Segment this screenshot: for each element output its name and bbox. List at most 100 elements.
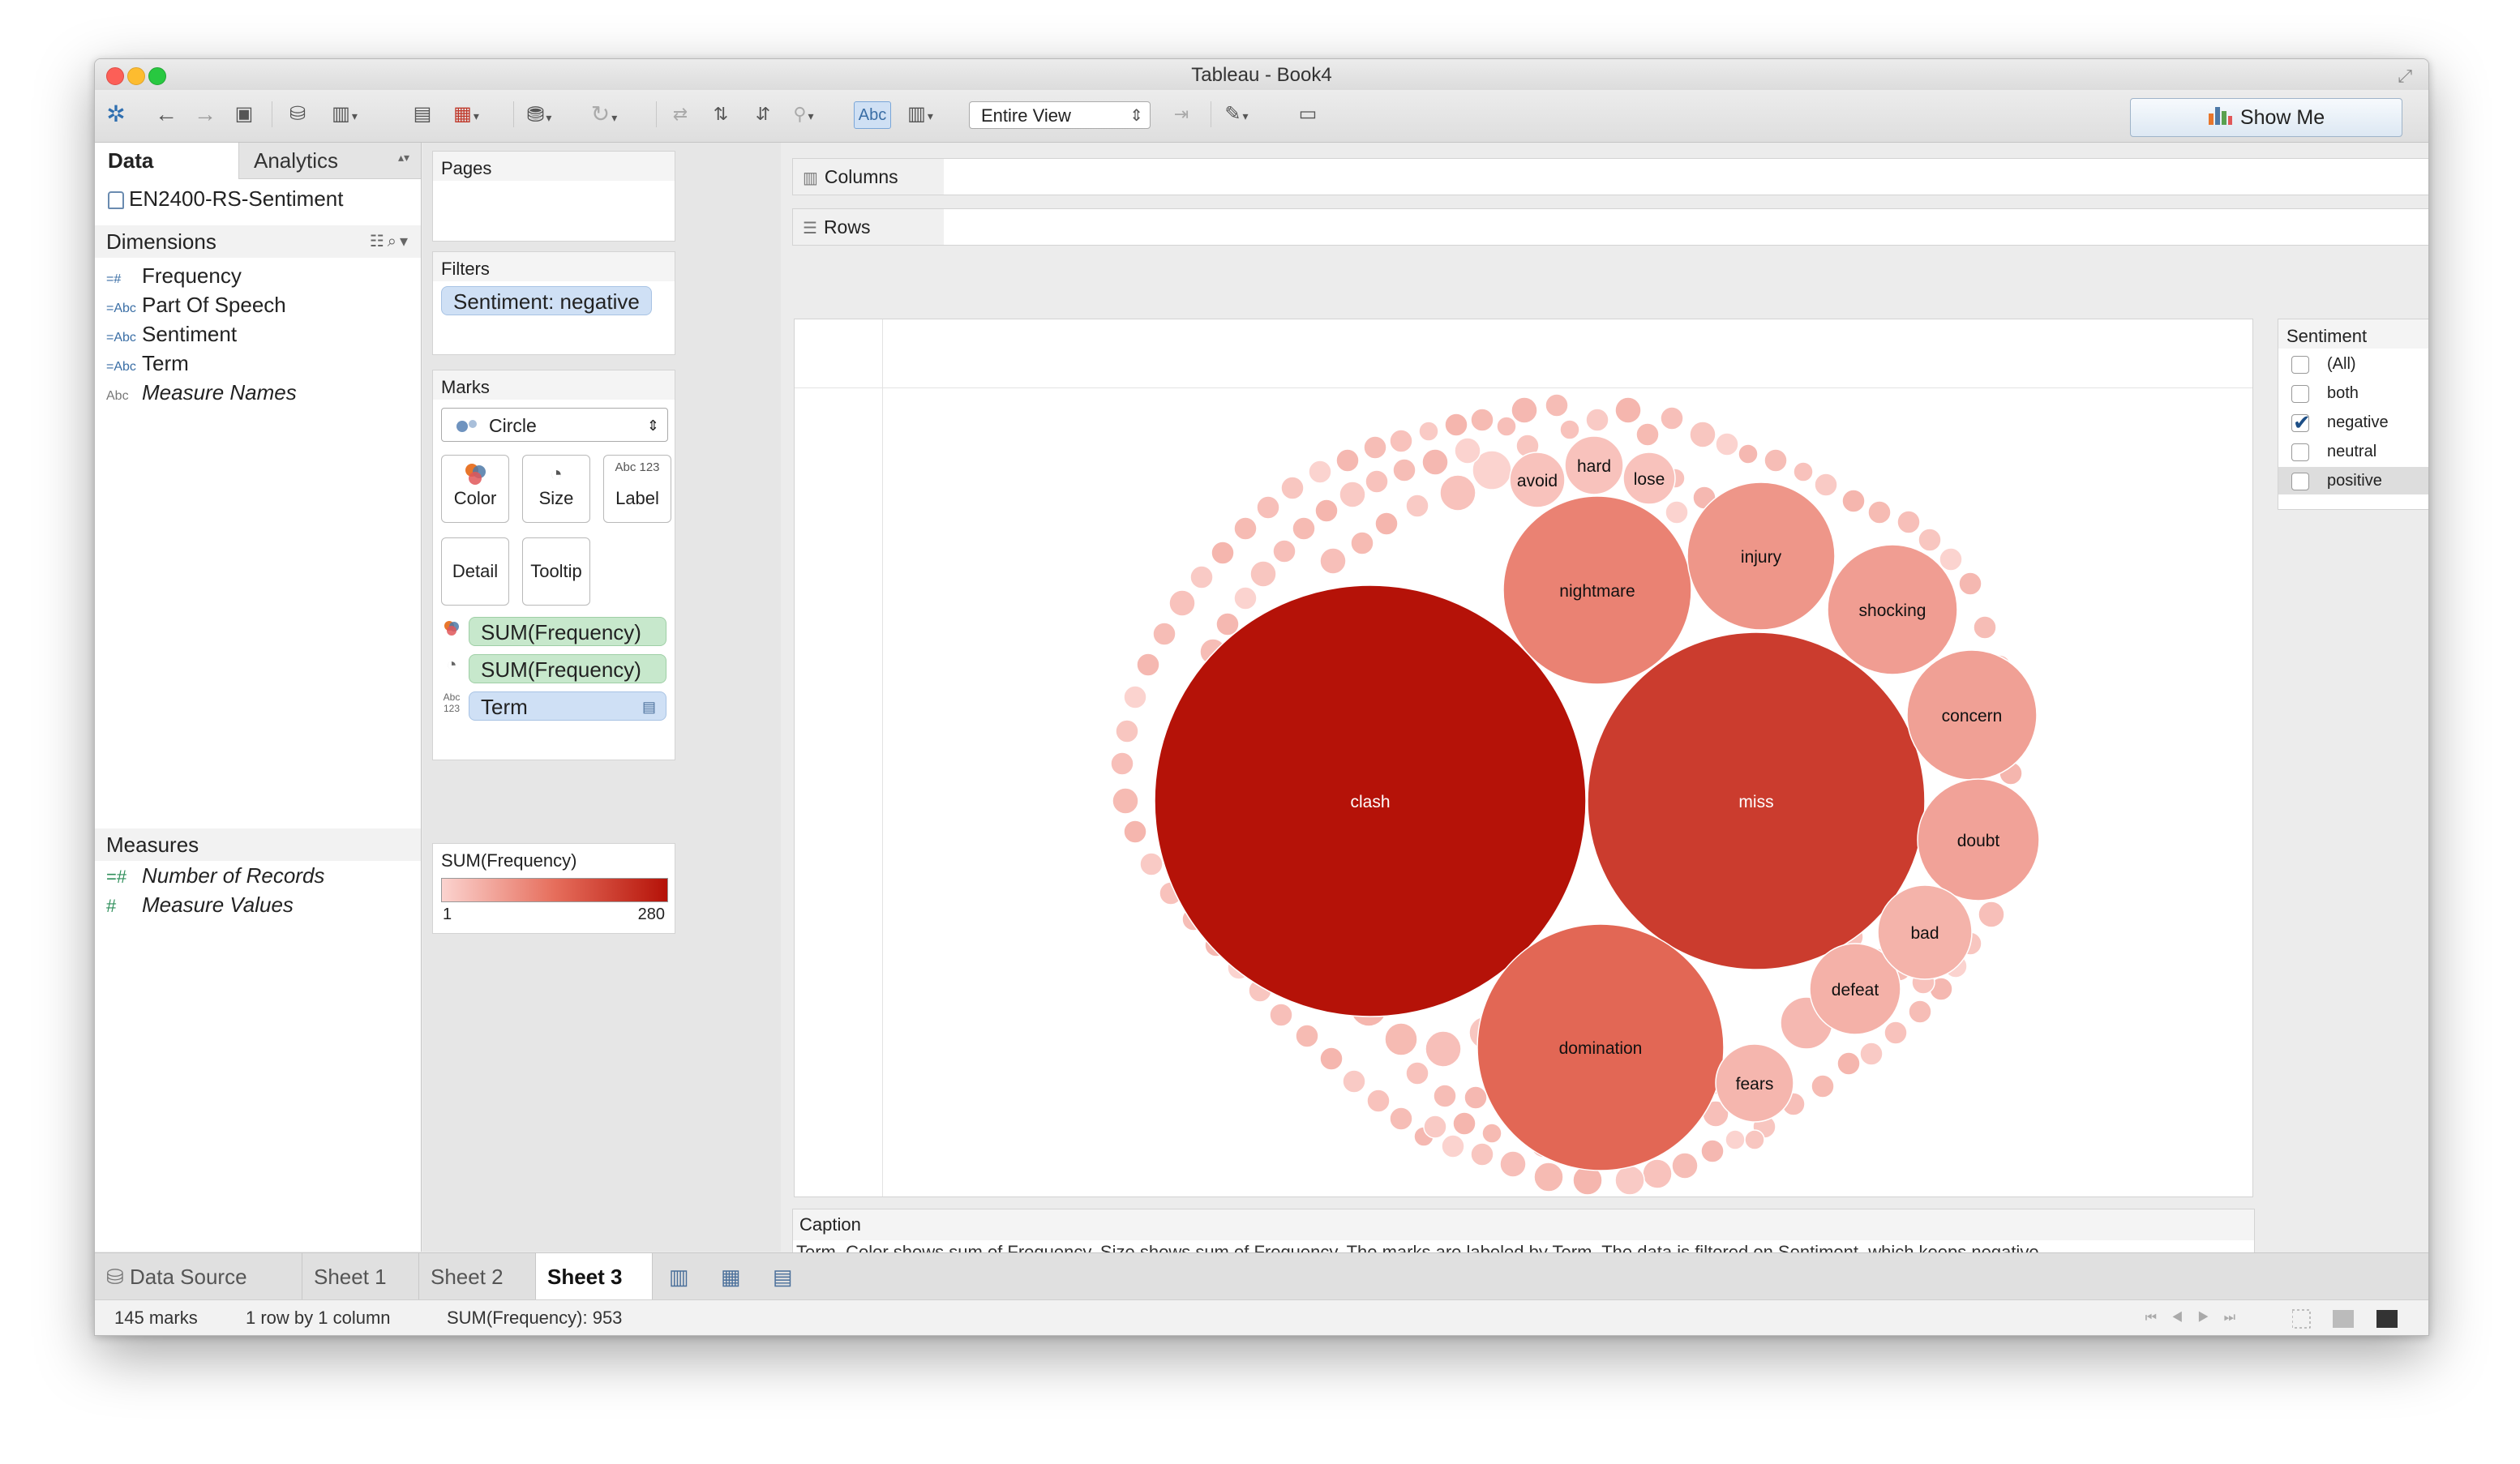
bubble-mark[interactable] <box>1110 751 1134 776</box>
field-frequency[interactable]: =# Frequency <box>106 261 242 290</box>
bubble-mark[interactable] <box>1272 539 1296 563</box>
swap-icon[interactable]: ⇄ <box>666 100 695 129</box>
bubble-mark[interactable] <box>1725 1129 1746 1150</box>
bubble-mark[interactable] <box>1392 458 1416 482</box>
color-button[interactable]: Color <box>441 455 509 523</box>
bubble-mark[interactable] <box>1918 528 1942 552</box>
sort-ascending-icon[interactable]: ⇅ <box>706 100 735 129</box>
field-measure-names[interactable]: Abc Measure Names <box>106 378 297 407</box>
field-part-of-speech[interactable]: =Abc Part Of Speech <box>106 290 286 319</box>
bubble-mark[interactable] <box>1256 495 1280 520</box>
undo-icon[interactable]: ← <box>152 100 181 129</box>
bubble-mark[interactable] <box>1464 1085 1488 1110</box>
color-pill[interactable]: SUM(Frequency) <box>469 617 666 646</box>
bubble-mark[interactable] <box>1433 1084 1457 1108</box>
bubble-mark[interactable] <box>1421 448 1449 476</box>
bubble-mark[interactable] <box>1366 1089 1391 1113</box>
filter-option-all[interactable]: (All) <box>2278 350 2428 378</box>
tab-sheet-1[interactable]: Sheet 1 <box>302 1253 419 1300</box>
checkbox[interactable] <box>2291 443 2309 461</box>
bubble-mark[interactable] <box>1384 1022 1418 1056</box>
sort-icon[interactable]: ▤ <box>642 692 656 721</box>
bubble-mark[interactable] <box>1152 622 1176 646</box>
filter-pill-sentiment[interactable]: Sentiment: negative <box>441 286 652 315</box>
bubble-mark[interactable] <box>1444 413 1468 437</box>
filter-option-both[interactable]: both <box>2278 379 2428 407</box>
label-button[interactable]: Abc 123 Label <box>603 455 671 523</box>
bubble-mark[interactable] <box>1405 494 1429 518</box>
bubble-mark[interactable] <box>1744 1129 1765 1150</box>
save-icon[interactable]: ▣ <box>229 100 259 129</box>
bubble-mark[interactable] <box>1660 406 1684 430</box>
bubble-mark[interactable] <box>1689 421 1716 448</box>
field-number-of-records[interactable]: =# Number of Records <box>106 861 324 890</box>
bubble-mark[interactable] <box>1389 1107 1413 1131</box>
bubble-mark[interactable] <box>1811 1074 1835 1098</box>
filter-option-neutral[interactable]: neutral <box>2278 438 2428 465</box>
bubble-mark[interactable] <box>1614 396 1642 424</box>
presentation-mode-icon[interactable]: ▭ <box>1293 100 1322 129</box>
bubble-mark[interactable] <box>1249 560 1277 588</box>
bubble-mark[interactable] <box>1859 1042 1884 1066</box>
filter-option-negative[interactable]: negative <box>2278 409 2428 436</box>
group-members-icon[interactable]: ⚲ <box>789 100 818 129</box>
size-pill[interactable]: SUM(Frequency) <box>469 654 666 683</box>
bubble-mark[interactable] <box>1425 1030 1462 1068</box>
bubble-mark[interactable] <box>1123 685 1147 709</box>
checkbox[interactable] <box>2291 385 2309 403</box>
fit-select[interactable]: Entire View <box>969 101 1151 130</box>
bubble-mark[interactable] <box>1481 1123 1502 1144</box>
bubble-mark[interactable] <box>1973 615 1997 640</box>
tab-analytics[interactable]: Analytics <box>254 143 338 178</box>
bubble-mark[interactable] <box>1884 1021 1908 1045</box>
bubble-mark[interactable] <box>1339 481 1366 508</box>
field-term[interactable]: =Abc Term <box>106 349 189 378</box>
bubble-mark[interactable] <box>1470 1142 1494 1166</box>
tab-sheet-3[interactable]: Sheet 3 <box>536 1253 653 1300</box>
bubble-mark[interactable] <box>1470 408 1494 432</box>
bubble-mark[interactable] <box>1418 421 1439 442</box>
filters-shelf[interactable]: Filters Sentiment: negative <box>432 251 675 355</box>
new-worksheet-icon[interactable]: ▥ <box>669 1265 689 1290</box>
bubble-mark[interactable] <box>1511 396 1538 424</box>
field-sentiment[interactable]: =Abc Sentiment <box>106 319 237 349</box>
show-me-button[interactable]: Show Me <box>2130 98 2402 137</box>
viz-canvas[interactable]: clash miss domination nightmare injury shocki… <box>794 319 2253 1197</box>
bubble-mark[interactable] <box>1374 512 1399 536</box>
pages-shelf[interactable]: Pages <box>432 151 675 242</box>
refresh-icon[interactable]: ↻ <box>589 100 619 129</box>
bubble-mark[interactable] <box>1115 719 1139 743</box>
checkbox[interactable] <box>2291 356 2309 374</box>
tab-data-source[interactable]: ⛁ Data Source <box>95 1253 302 1300</box>
field-measure-values[interactable]: # Measure Values <box>106 890 294 919</box>
bubble-mark[interactable] <box>1585 408 1609 432</box>
packed-bubble-chart[interactable]: clash miss domination nightmare injury shocki… <box>795 319 2254 1198</box>
bubble-mark[interactable] <box>1499 1150 1527 1178</box>
bubble-mark[interactable] <box>1314 499 1339 523</box>
view-mode-icons[interactable] <box>2292 1308 2414 1329</box>
fix-axes-icon[interactable]: ⇥ <box>1167 100 1196 129</box>
clear-sheet-icon[interactable]: ▦ <box>452 100 481 129</box>
tab-sheet-2[interactable]: Sheet 2 <box>419 1253 536 1300</box>
bubble-mark[interactable] <box>1545 393 1569 417</box>
columns-shelf[interactable]: ▥ Columns <box>792 158 2428 195</box>
new-worksheet-icon[interactable]: ▥ <box>330 100 359 129</box>
bubble-mark[interactable] <box>1559 419 1580 440</box>
bubble-mark[interactable] <box>1867 500 1892 524</box>
bubble-mark[interactable] <box>1112 787 1139 815</box>
bubble-mark[interactable] <box>1319 547 1347 575</box>
bubble-mark[interactable] <box>1189 565 1214 589</box>
datasource-item[interactable]: EN2400-RS-Sentiment <box>108 186 343 212</box>
highlight-icon[interactable]: ✎ <box>1222 100 1251 129</box>
color-legend[interactable]: SUM(Frequency) 1 280 <box>432 843 675 934</box>
bubble-mark[interactable] <box>1350 531 1374 555</box>
redo-icon[interactable]: → <box>191 100 220 129</box>
bubble-mark[interactable] <box>1814 473 1838 497</box>
bubble-mark[interactable] <box>1958 571 1982 596</box>
sort-descending-icon[interactable]: ⇵ <box>748 100 778 129</box>
bubble-mark[interactable] <box>1665 500 1689 524</box>
fullscreen-icon[interactable]: ⤢ <box>2398 66 2412 87</box>
bubble-mark[interactable] <box>1139 852 1164 876</box>
pane-menu-icon[interactable]: ▴▾ <box>398 151 409 165</box>
bubble-mark[interactable] <box>1635 422 1660 447</box>
